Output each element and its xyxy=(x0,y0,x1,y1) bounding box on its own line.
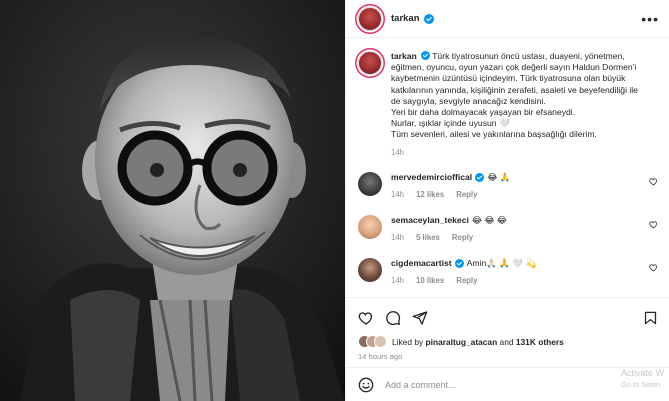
like-comment-heart-icon[interactable] xyxy=(649,220,658,229)
reply-button[interactable]: Reply xyxy=(456,276,477,285)
post-photo xyxy=(0,0,345,401)
post-header: tarkan ••• xyxy=(346,0,669,38)
author-username[interactable]: tarkan xyxy=(391,13,420,24)
commenter-avatar[interactable] xyxy=(358,215,382,239)
comment-item: mervedemircioffical 😂 🙏 14h 12 likes Rep… xyxy=(346,172,669,199)
activate-windows-watermark: Activate W Go to Settin xyxy=(621,368,669,390)
commenter-avatar[interactable] xyxy=(358,172,382,196)
verified-badge-icon xyxy=(454,259,464,268)
liked-by-summary: Liked by pinaraltug_atacan and 131K othe… xyxy=(358,335,658,348)
commenter-username[interactable]: cigdemacartist xyxy=(391,258,452,269)
caption-line-5: Yeri bir daha dolmayacak yaşayan bir efs… xyxy=(391,107,576,118)
comment-time[interactable]: 14h xyxy=(391,233,404,242)
share-send-icon[interactable] xyxy=(412,310,428,326)
commenter-avatar[interactable] xyxy=(358,258,382,282)
post-detail-panel: tarkan ••• tarkan Türk tiyatrosunun öncü… xyxy=(345,0,669,401)
comment-text: Amin🙏🏻 🙏 🤍 💫 xyxy=(466,258,537,268)
comment-time[interactable]: 14h xyxy=(391,190,404,199)
comment-bubble-icon[interactable] xyxy=(385,310,401,326)
caption-line-2: kaybetmenin üzüntüsü içindeyim. Türk tiy… xyxy=(391,73,626,84)
liked-by-user[interactable]: pinaraltug_atacan xyxy=(426,337,498,347)
watermark-line-1: Activate W xyxy=(621,368,665,378)
comment-item: semaceylan_tekeci 😂 😂 😂 14h 5 likes Repl… xyxy=(346,215,669,242)
emoji-icon[interactable] xyxy=(358,377,374,393)
likes-count[interactable]: 131K others xyxy=(516,337,564,347)
verified-badge-icon xyxy=(423,13,434,24)
liker-avatar[interactable] xyxy=(374,335,387,348)
like-heart-icon[interactable] xyxy=(358,310,374,326)
comment-likes[interactable]: 5 likes xyxy=(416,233,440,242)
verified-badge-icon xyxy=(421,51,431,60)
author-avatar[interactable] xyxy=(358,6,382,31)
commenter-username[interactable]: mervedemircioffical xyxy=(391,172,472,183)
reply-button[interactable]: Reply xyxy=(456,190,477,199)
caption-line-3: katkılarının yanında, kişiliğinin zerafe… xyxy=(391,84,638,95)
caption-line-0: Türk tiyatrosunun öncü ustası, duayeni, … xyxy=(432,51,625,61)
caption-line-6: Nurlar, ışıklar içinde uyusun 🤍 xyxy=(391,118,510,129)
post-timestamp[interactable]: 14 hours ago xyxy=(358,352,658,361)
comment-text: 😂 😂 😂 xyxy=(471,215,507,225)
caption-line-7: Tüm sevenleri, ailesi ve yakınlarına baş… xyxy=(391,129,597,140)
add-comment-input[interactable] xyxy=(385,379,605,390)
like-comment-heart-icon[interactable] xyxy=(649,177,658,186)
comment-likes[interactable]: 12 likes xyxy=(416,190,444,199)
liked-by-prefix: Liked by xyxy=(392,336,424,347)
comment-likes[interactable]: 10 likes xyxy=(416,276,444,285)
post-caption: tarkan Türk tiyatrosunun öncü ustası, du… xyxy=(346,38,669,157)
like-comment-heart-icon[interactable] xyxy=(649,263,658,272)
verified-badge-icon xyxy=(475,173,485,182)
reply-button[interactable]: Reply xyxy=(452,233,473,242)
comment-text: 😂 🙏 xyxy=(487,172,511,182)
comments-section: tarkan Türk tiyatrosunun öncü ustası, du… xyxy=(346,38,669,297)
bookmark-icon[interactable] xyxy=(643,310,658,326)
caption-time[interactable]: 14h xyxy=(391,148,404,157)
comment-time[interactable]: 14h xyxy=(391,276,404,285)
watermark-line-2: Go to Settin xyxy=(621,380,661,389)
caption-username[interactable]: tarkan xyxy=(391,51,417,61)
liked-by-conj: and xyxy=(499,336,514,347)
post-actions: Liked by pinaraltug_atacan and 131K othe… xyxy=(346,297,669,361)
caption-line-4: de saygıyla, sevgiyle anacağız kendisini… xyxy=(391,95,546,106)
commenter-username[interactable]: semaceylan_tekeci xyxy=(391,215,469,226)
liker-avatars xyxy=(358,335,387,348)
comment-item: cigdemacartist Amin🙏🏻 🙏 🤍 💫 14h 10 likes… xyxy=(346,258,669,285)
more-options-icon[interactable]: ••• xyxy=(641,12,659,26)
caption-line-1: eğitmen, oyuncu, oyun yazarı çok değerli… xyxy=(391,62,637,73)
caption-author-avatar[interactable] xyxy=(358,51,382,75)
